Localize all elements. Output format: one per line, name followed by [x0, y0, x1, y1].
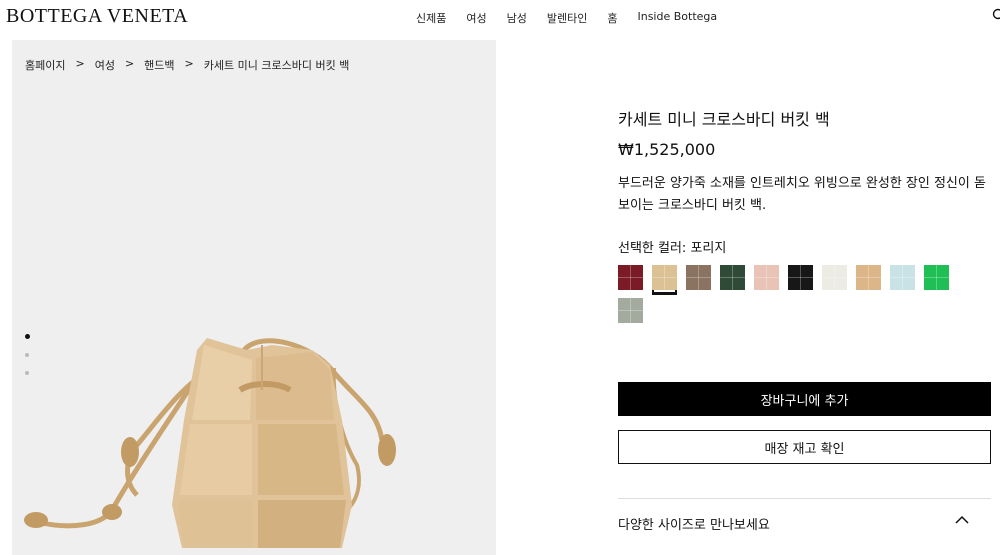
- breadcrumb-women[interactable]: 여성: [95, 57, 115, 73]
- nav-item-inside-bottega[interactable]: Inside Bottega: [637, 10, 717, 26]
- breadcrumb-separator: >: [124, 57, 135, 70]
- color-swatch[interactable]: [890, 265, 915, 290]
- nav-item-home[interactable]: 홈: [607, 10, 617, 26]
- color-swatch[interactable]: [652, 265, 677, 290]
- breadcrumb-current: 카세트 미니 크로스바디 버킷 백: [203, 59, 350, 72]
- breadcrumb-separator: >: [184, 57, 194, 70]
- breadcrumb: 홈페이지 > 여성 > 핸드백 > 카세트 미니 크로스바디 버킷 백: [25, 57, 349, 73]
- color-swatch[interactable]: [618, 265, 643, 290]
- color-swatch[interactable]: [924, 265, 949, 290]
- product-image: [24, 338, 396, 548]
- search-icon[interactable]: [992, 8, 1000, 22]
- nav-item-valentine[interactable]: 발렌타인: [547, 10, 587, 26]
- color-swatch[interactable]: [618, 298, 643, 323]
- check-store-stock-button[interactable]: 매장 재고 확인: [618, 430, 991, 464]
- breadcrumb-separator: >: [75, 57, 85, 70]
- color-swatch[interactable]: [822, 265, 847, 290]
- product-title: 카세트 미니 크로스바디 버킷 백: [618, 110, 830, 129]
- nav-item-women[interactable]: 여성: [466, 10, 486, 26]
- header: BOTTEGA VENETA 신제품 여성 남성 발렌타인 홈 Inside B…: [0, 0, 1000, 36]
- color-swatches: [618, 265, 958, 323]
- selected-color-label: 선택한 컬러: 포리지: [618, 241, 727, 256]
- color-swatch[interactable]: [754, 265, 779, 290]
- chevron-up-icon[interactable]: [955, 515, 969, 525]
- color-swatch[interactable]: [686, 265, 711, 290]
- product-details: 카세트 미니 크로스바디 버킷 백 ₩1,525,000 부드러운 양가죽 소재…: [618, 100, 991, 323]
- color-swatch[interactable]: [720, 265, 745, 290]
- add-to-cart-button[interactable]: 장바구니에 추가: [618, 382, 991, 416]
- brand-logo[interactable]: BOTTEGA VENETA: [6, 5, 188, 28]
- product-price: ₩1,525,000: [618, 140, 716, 159]
- color-swatch[interactable]: [856, 265, 881, 290]
- main-nav: 신제품 여성 남성 발렌타인 홈 Inside Bottega: [416, 10, 717, 26]
- product-gallery[interactable]: 홈페이지 > 여성 > 핸드백 > 카세트 미니 크로스바디 버킷 백: [12, 40, 496, 555]
- nav-item-men[interactable]: 남성: [507, 10, 527, 26]
- color-swatch[interactable]: [788, 265, 813, 290]
- divider: [618, 498, 991, 499]
- sizes-accordion-label[interactable]: 다양한 사이즈로 만나보세요: [618, 514, 770, 533]
- breadcrumb-handbags[interactable]: 핸드백: [144, 57, 174, 73]
- nav-item-new[interactable]: 신제품: [416, 10, 446, 26]
- breadcrumb-home[interactable]: 홈페이지: [25, 57, 65, 73]
- product-description: 부드러운 양가죽 소재를 인트레치오 위빙으로 완성한 장인 정신이 돋보이는 …: [618, 176, 986, 213]
